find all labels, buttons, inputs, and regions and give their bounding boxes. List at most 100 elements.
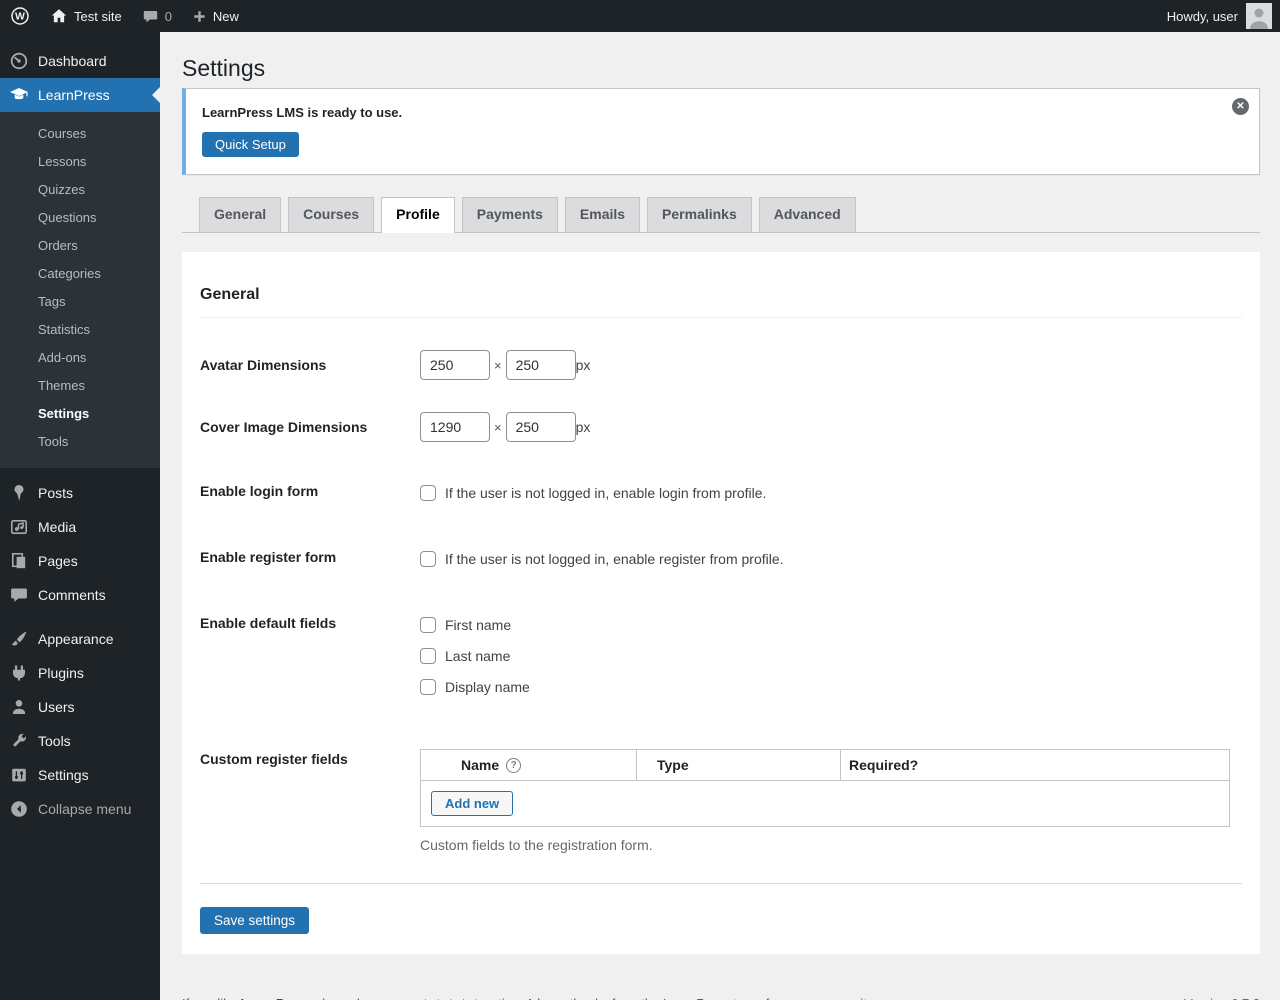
footer-brand: LearnPress <box>241 996 312 1000</box>
last-name-option: Last name <box>445 648 511 664</box>
submenu-item-addons[interactable]: Add-ons <box>0 344 160 372</box>
enable-login-desc: If the user is not logged in, enable log… <box>445 485 767 501</box>
submenu-item-themes[interactable]: Themes <box>0 372 160 400</box>
submenu-item-lessons[interactable]: Lessons <box>0 148 160 176</box>
sidebar-item-learnpress[interactable]: LearnPress <box>0 78 160 112</box>
avatar-dimensions-label: Avatar Dimensions <box>200 357 327 373</box>
sidebar-item-comments[interactable]: Comments <box>0 578 160 612</box>
custom-fields-description: Custom fields to the registration form. <box>420 837 653 853</box>
learnpress-submenu: Courses Lessons Quizzes Questions Orders… <box>0 112 160 468</box>
svg-text:W: W <box>15 11 25 23</box>
comment-count: 0 <box>164 8 172 24</box>
media-icon <box>9 517 29 537</box>
plus-icon <box>192 9 207 24</box>
avatar-width-input[interactable] <box>420 350 490 380</box>
enable-register-checkbox[interactable] <box>420 551 436 567</box>
new-button[interactable]: New <box>182 0 249 32</box>
new-label: New <box>212 8 239 24</box>
collapse-menu-button[interactable]: Collapse menu <box>0 792 160 826</box>
dimensions-unit: px <box>575 357 591 373</box>
sidebar-item-users[interactable]: Users <box>0 690 160 724</box>
submenu-item-settings[interactable]: Settings <box>0 400 160 428</box>
five-star-rating-link[interactable]: ★★★★★ <box>420 996 483 1000</box>
menu-separator <box>0 612 160 622</box>
submenu-item-quizzes[interactable]: Quizzes <box>0 176 160 204</box>
comments-bubble-icon <box>142 8 159 25</box>
sidebar-item-plugins[interactable]: Plugins <box>0 656 160 690</box>
account-menu[interactable]: Howdy, user <box>1159 0 1280 32</box>
admin-footer: If you like LearnPress please leave us a… <box>182 996 1260 1000</box>
submenu-item-courses[interactable]: Courses <box>0 120 160 148</box>
site-name: Test site <box>74 8 122 24</box>
enable-login-label: Enable login form <box>200 483 319 499</box>
tab-profile[interactable]: Profile <box>381 197 455 233</box>
sidebar-item-label: Comments <box>38 587 106 603</box>
display-name-checkbox[interactable] <box>420 679 436 695</box>
sidebar-item-posts[interactable]: Posts <box>0 476 160 510</box>
collapse-arrow-icon <box>9 799 29 819</box>
submenu-item-orders[interactable]: Orders <box>0 232 160 260</box>
submenu-item-statistics[interactable]: Statistics <box>0 316 160 344</box>
help-icon[interactable]: ? <box>506 757 522 773</box>
sidebar-item-label: Posts <box>38 485 74 501</box>
add-new-field-button[interactable]: Add new <box>431 791 514 816</box>
submenu-item-categories[interactable]: Categories <box>0 260 160 288</box>
wrench-icon <box>9 731 29 751</box>
first-name-checkbox[interactable] <box>420 617 436 633</box>
enable-register-row: Enable register form If the user is not … <box>200 544 1242 570</box>
enable-login-checkbox[interactable] <box>420 485 436 501</box>
default-fields-label: Enable default fields <box>200 615 337 631</box>
tab-emails[interactable]: Emails <box>564 197 641 232</box>
column-header-name: Name ? <box>420 749 637 781</box>
custom-fields-table: Name ? Type Required? Add new <box>420 749 1230 827</box>
sidebar-item-tools[interactable]: Tools <box>0 724 160 758</box>
comments-admin-bar-button[interactable]: 0 <box>132 0 182 32</box>
tab-courses[interactable]: Courses <box>288 197 375 232</box>
admin-bar: W Test site 0 New Howdy, user <box>0 0 1280 32</box>
tab-advanced[interactable]: Advanced <box>758 197 856 232</box>
sidebar-item-media[interactable]: Media <box>0 510 160 544</box>
cover-height-input[interactable] <box>505 412 576 442</box>
pages-icon <box>9 551 29 571</box>
site-link[interactable]: Test site <box>40 0 132 32</box>
submenu-item-questions[interactable]: Questions <box>0 204 160 232</box>
sidebar-item-label: Plugins <box>38 665 84 681</box>
column-header-required: Required? <box>840 749 1230 781</box>
sidebar-item-appearance[interactable]: Appearance <box>0 622 160 656</box>
settings-tab-bar: General Courses Profile Payments Emails … <box>182 197 1260 233</box>
main-content: Settings LearnPress LMS is ready to use.… <box>160 32 1280 1000</box>
cover-dimensions-row: Cover Image Dimensions × px <box>200 412 1242 442</box>
wordpress-logo-button[interactable]: W <box>0 0 40 32</box>
comments-icon <box>9 585 29 605</box>
submenu-item-tools[interactable]: Tools <box>0 428 160 456</box>
tab-payments[interactable]: Payments <box>461 197 558 232</box>
table-row: Add new <box>420 780 1230 827</box>
last-name-checkbox[interactable] <box>420 648 436 664</box>
footer-rating-text: If you like LearnPress please leave us a… <box>182 996 876 1000</box>
dimensions-separator: × <box>494 419 502 435</box>
quick-setup-button[interactable]: Quick Setup <box>202 132 299 157</box>
sidebar-item-label: Settings <box>38 767 89 783</box>
default-fields-row: Enable default fields First name Last na… <box>200 610 1242 708</box>
sidebar-item-pages[interactable]: Pages <box>0 544 160 578</box>
cover-width-input[interactable] <box>420 412 490 442</box>
dismiss-notice-icon[interactable]: ✕ <box>1232 98 1249 115</box>
submenu-item-tags[interactable]: Tags <box>0 288 160 316</box>
profile-settings-panel: General Avatar Dimensions × px Cover Ima… <box>182 252 1260 954</box>
sidebar-item-label: LearnPress <box>38 87 110 103</box>
howdy-text: Howdy, user <box>1166 8 1238 24</box>
sidebar-item-label: Pages <box>38 553 78 569</box>
tab-permalinks[interactable]: Permalinks <box>647 197 752 232</box>
wordpress-logo-icon: W <box>10 6 30 26</box>
save-settings-button[interactable]: Save settings <box>200 907 310 934</box>
sidebar-item-label: Dashboard <box>38 53 107 69</box>
paintbrush-icon <box>9 629 29 649</box>
plug-icon <box>9 663 29 683</box>
sidebar-item-dashboard[interactable]: Dashboard <box>0 44 160 78</box>
pin-icon <box>9 483 29 503</box>
sidebar-item-label: Tools <box>38 733 71 749</box>
avatar-height-input[interactable] <box>505 350 576 380</box>
tab-general[interactable]: General <box>199 197 282 232</box>
page-title: Settings <box>182 55 266 81</box>
sidebar-item-settings[interactable]: Settings <box>0 758 160 792</box>
